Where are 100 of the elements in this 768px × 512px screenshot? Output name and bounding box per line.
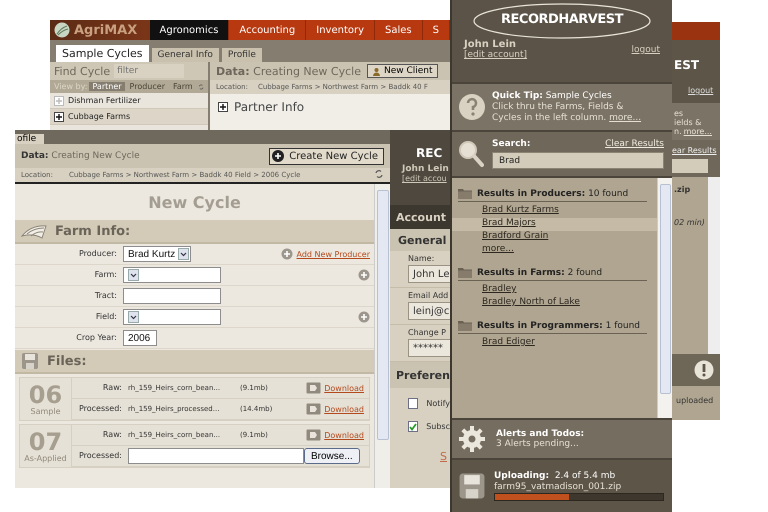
input-field[interactable]: ****** (408, 339, 450, 357)
edit-account-link[interactable]: [edit accou (402, 174, 450, 183)
refresh-icon[interactable] (374, 168, 384, 178)
edit-account-link[interactable]: [edit account] (464, 50, 528, 60)
download-link[interactable]: Download (324, 430, 364, 440)
input-field[interactable]: leinj@c (408, 302, 450, 320)
file-label: Raw: (102, 383, 122, 392)
view-by-option[interactable]: Farm (170, 82, 196, 91)
file-label: Processed: (78, 451, 122, 460)
search-icon (458, 140, 484, 168)
section-title: Farm Info: (55, 224, 130, 238)
view-by-option[interactable]: Partner (89, 82, 125, 91)
input-field[interactable]: John Le (408, 265, 450, 283)
folder-icon (458, 267, 472, 278)
logo-text: REC (416, 146, 444, 160)
field-label: Name: (408, 254, 436, 263)
result-link[interactable]: Bradford Grain (452, 231, 657, 244)
sample-number: 06 (28, 382, 62, 406)
result-link[interactable]: Bradley (452, 284, 657, 297)
module-tab[interactable]: S (422, 20, 450, 40)
refresh-icon[interactable] (198, 82, 204, 92)
menu-bar (672, 22, 720, 40)
add-producer-link[interactable]: Add New Producer (296, 250, 370, 258)
scrollbar[interactable] (708, 177, 720, 354)
filter-field[interactable]: filter (114, 64, 184, 78)
create-new-cycle-button[interactable]: Create New Cycle (269, 148, 384, 164)
expand-icon[interactable] (218, 102, 228, 112)
browse-button[interactable]: Browse... (304, 448, 360, 464)
dropdown[interactable] (123, 267, 221, 283)
search-field[interactable] (672, 159, 708, 173)
clear-results-link[interactable]: Clear Results (605, 139, 664, 149)
field-label: Producer: (78, 249, 117, 258)
download-icon[interactable] (306, 429, 322, 441)
tree-item[interactable]: Cubbage Farms (50, 109, 208, 125)
page-tab[interactable]: Profile (222, 48, 262, 62)
logo-text: EST (674, 58, 700, 72)
checkbox[interactable] (408, 398, 418, 409)
gear-icon (458, 425, 486, 453)
module-tab[interactable]: Agronomics (150, 20, 230, 40)
status-text: uploaded (676, 396, 714, 405)
view-by-option[interactable]: Producer (126, 82, 168, 91)
result-link[interactable]: Brad Majors (452, 218, 657, 231)
page-tab[interactable]: General Info (152, 48, 219, 62)
result-link[interactable]: Brad Ediger (452, 337, 657, 350)
scrollbar[interactable] (374, 184, 390, 488)
download-icon[interactable] (306, 403, 322, 415)
search-field[interactable]: Brad (492, 152, 664, 169)
user-name: John Lein (402, 164, 450, 174)
results-heading: Results in Farms: 2 found (477, 268, 602, 278)
results-heading: Results in Programmers: 1 found (477, 320, 640, 330)
checkbox-label: Notify (426, 399, 450, 408)
input-field[interactable]: 2006 (123, 330, 157, 346)
dropdown[interactable]: Brad Kurtz (123, 246, 191, 262)
panel-title: Find Cycle (54, 64, 110, 78)
logout-link[interactable]: logout (688, 86, 720, 95)
tip-text: n. (674, 127, 682, 136)
section-title: Files: (47, 354, 87, 368)
input-field[interactable] (123, 288, 221, 304)
result-link[interactable]: Brad Kurtz Farms (452, 205, 657, 218)
user-name: John Lein (464, 39, 518, 50)
result-link[interactable]: Bradley North of Lake (452, 297, 657, 310)
search-label: Search: (492, 139, 530, 149)
upload-file-name: farm95_vatmadison_001.zip (494, 482, 622, 492)
checkbox[interactable] (408, 421, 418, 432)
field-label: Crop Year: (76, 333, 117, 342)
caret-icon (128, 269, 139, 281)
expand-icon[interactable] (54, 112, 64, 122)
data-title: Data: Creating New Cycle (21, 151, 140, 161)
download-icon[interactable] (306, 382, 322, 394)
section-title: Preferen (396, 368, 450, 382)
tip-title: Quick Tip: Sample Cycles (492, 90, 613, 102)
more-link[interactable]: more... (684, 127, 712, 136)
tip-text: ields & (674, 118, 702, 127)
field-label: Field: (96, 312, 117, 321)
logout-link[interactable]: logout (632, 45, 660, 55)
page-tab[interactable]: Sample Cycles (56, 45, 149, 62)
add-icon[interactable] (358, 269, 370, 281)
section-title: Partner Info (234, 100, 304, 114)
sample-number: 07 (28, 430, 62, 454)
help-icon (458, 93, 486, 121)
download-link[interactable]: Download (324, 384, 364, 392)
sample-type: As-Applied (24, 454, 67, 462)
field-label: Change P (408, 328, 447, 337)
file-label: Raw: (102, 430, 122, 439)
more-link[interactable]: more... (609, 112, 642, 122)
dropdown[interactable] (123, 309, 221, 325)
caret-icon (178, 248, 189, 260)
field-rows-icon (21, 223, 47, 239)
add-icon[interactable] (358, 311, 370, 323)
alerts-title: Alerts and Todos: (496, 429, 584, 439)
results-heading: Results in Producers: 10 found (477, 188, 628, 198)
new-client-button[interactable]: New Client (366, 64, 438, 78)
download-link[interactable]: Download (324, 404, 364, 414)
add-icon[interactable] (280, 248, 293, 260)
file-input-field[interactable] (128, 448, 304, 464)
window-tab[interactable]: ofile (15, 134, 44, 144)
more-link[interactable]: more... (452, 244, 657, 257)
logo-text: RECORDHARVEST (501, 12, 623, 27)
checkbox-label: Subsc (426, 422, 450, 431)
scrollbar[interactable] (657, 178, 672, 418)
